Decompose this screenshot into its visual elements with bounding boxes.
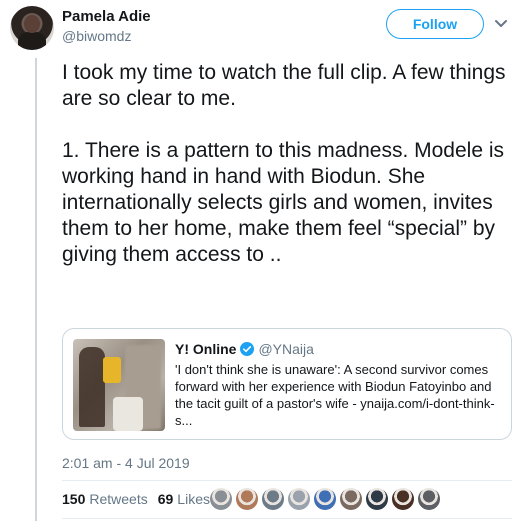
chevron-down-icon[interactable] (492, 14, 510, 32)
retweets-label[interactable]: Retweets (89, 491, 147, 507)
quoted-tweet-header: Y! Online @YNaija (175, 341, 314, 357)
tweet-text: I took my time to watch the full clip. A… (62, 61, 506, 266)
image-person-shape (79, 347, 105, 427)
likes-count[interactable]: 69 (158, 491, 174, 507)
divider (62, 480, 512, 481)
author-avatar[interactable] (10, 6, 54, 50)
quoted-author-name: Y! Online (175, 341, 237, 357)
quoted-tweet-text: 'I don't think she is unaware': A second… (175, 362, 495, 428)
verified-badge-icon (240, 342, 255, 356)
avatar-face (24, 15, 40, 33)
image-yellow-object (103, 357, 121, 383)
liker-avatar-icon[interactable] (366, 488, 388, 510)
liker-avatar-icon[interactable] (418, 488, 440, 510)
retweets-count[interactable]: 150 (62, 491, 85, 507)
liker-avatar-icon[interactable] (288, 488, 310, 510)
liker-avatar-icon[interactable] (210, 488, 232, 510)
liker-avatar-icon[interactable] (262, 488, 284, 510)
author-name[interactable]: Pamela Adie (62, 8, 151, 25)
liker-avatar-icon[interactable] (340, 488, 362, 510)
liker-avatar-icon[interactable] (392, 488, 414, 510)
tweet-stats: 150 Retweets 69 Likes (62, 491, 220, 507)
divider (62, 518, 512, 519)
liker-avatar-icon[interactable] (314, 488, 336, 510)
avatar-body (18, 32, 46, 50)
liker-avatars (210, 488, 440, 510)
quoted-tweet-image (73, 339, 165, 431)
likes-label[interactable]: Likes (177, 491, 210, 507)
image-light-shape (113, 397, 143, 431)
follow-button[interactable]: Follow (386, 9, 484, 39)
tweet-timestamp[interactable]: 2:01 am - 4 Jul 2019 (62, 455, 190, 471)
quoted-tweet-card[interactable]: Y! Online @YNaija 'I don't think she is … (62, 328, 512, 440)
author-handle[interactable]: @biwomdz (62, 28, 131, 44)
quoted-author-handle: @YNaija (258, 341, 314, 357)
liker-avatar-icon[interactable] (236, 488, 258, 510)
thread-line (35, 58, 37, 521)
